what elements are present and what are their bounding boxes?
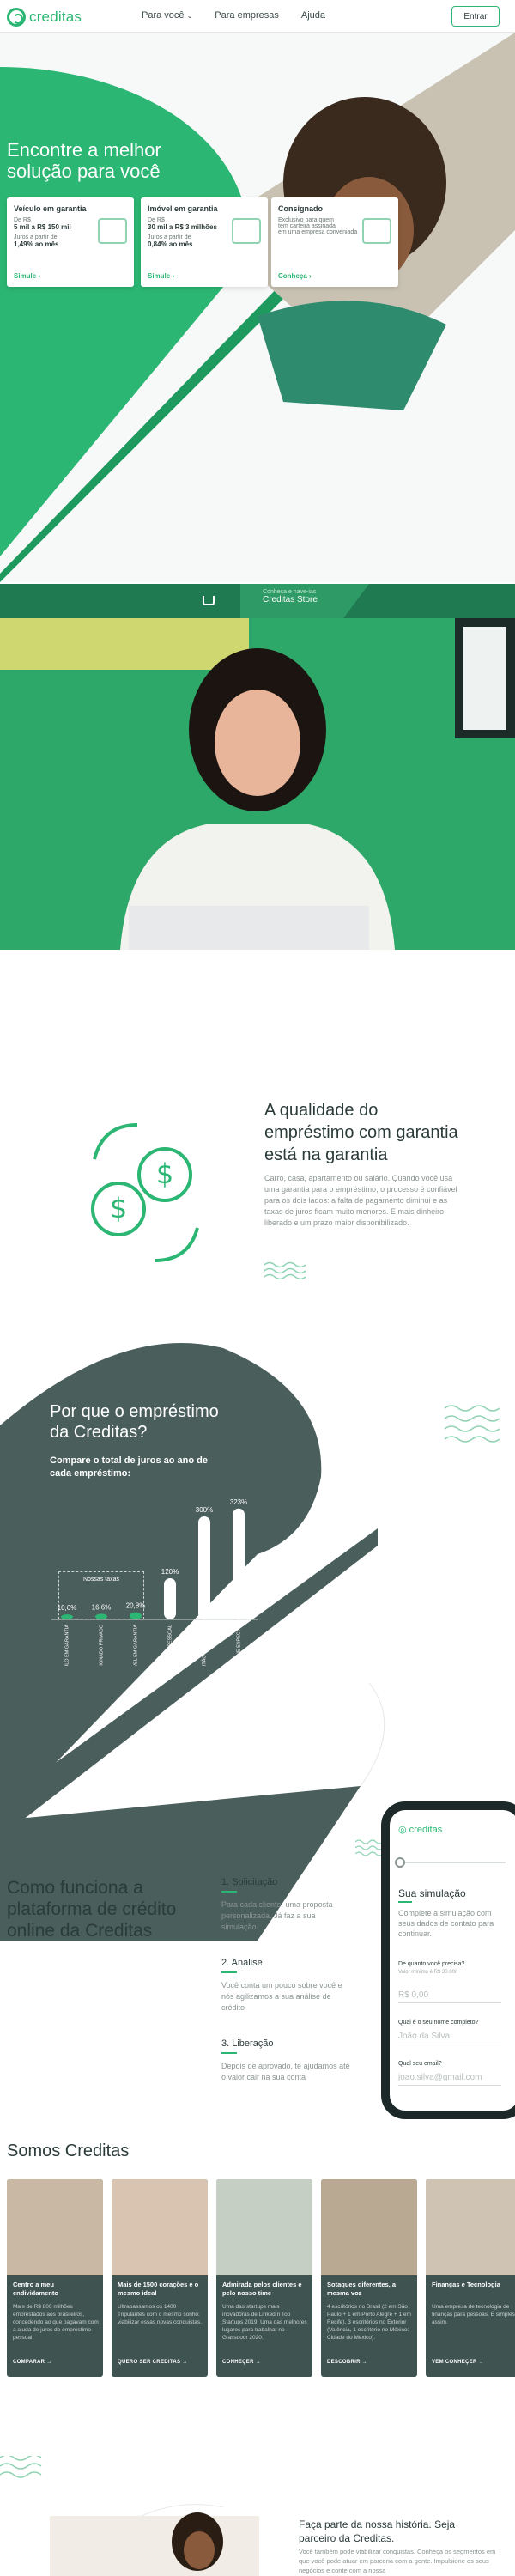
creditas-logo[interactable]: creditas	[7, 8, 82, 27]
store-link[interactable]: Conheça e nave-ias Creditas Store	[263, 589, 318, 605]
simule-link[interactable]: Simule ›	[148, 272, 174, 280]
card-imovel[interactable]: Imóvel em garantia De R$ 30 mil a R$ 3 m…	[141, 197, 268, 287]
arrow-right-icon: →	[478, 2360, 484, 2365]
bar	[61, 1614, 73, 1619]
team-photo	[112, 2179, 208, 2275]
step-liberacao: 3. Liberação Depois de aprovado, te ajud…	[221, 2038, 350, 2081]
bar-value-label: 20,8%	[126, 1602, 146, 1610]
card-veiculo[interactable]: Veículo em garantia De R$ 5 mil a R$ 150…	[7, 197, 134, 287]
partner-title: Faça parte da nossa história. Seja parce…	[299, 2518, 456, 2544]
card-link[interactable]: COMPARAR →	[13, 2360, 52, 2365]
card-link[interactable]: DESCOBRIR →	[327, 2360, 367, 2365]
step-analise: 2. Análise Você conta um pouco sobre voc…	[221, 1958, 342, 2012]
bar-chart-svg: 10,6% VEÍCULO EM GARANTIA 16,6% CONSIGNADO …	[52, 1498, 258, 1680]
entrar-button[interactable]: Entrar	[451, 6, 500, 27]
hero-title: Encontre a melhor solução para você	[7, 139, 161, 182]
bar	[198, 1516, 210, 1619]
wave-icon	[264, 1261, 306, 1279]
bar	[164, 1578, 176, 1619]
bar	[95, 1613, 107, 1619]
team-photo	[7, 2179, 103, 2275]
somos-card[interactable]: Admirada pelos clientes e pelo nosso tim…	[216, 2179, 312, 2377]
logo-icon: ◎	[398, 1825, 407, 1835]
bar	[233, 1508, 245, 1619]
main-nav: Para você ⌄ Para empresas Ajuda	[142, 10, 325, 21]
cart-icon	[203, 596, 215, 605]
hero-section: Encontre a melhor solução para você Veíc…	[0, 33, 515, 582]
money-cycle-icon: $ $	[91, 1123, 199, 1262]
arrow-right-icon: →	[255, 2360, 262, 2365]
bar-category-label: CHEQUE ESPECIAL	[236, 1625, 241, 1666]
somos-card[interactable]: Finanças e Tecnologia Uma empresa de tecn…	[426, 2179, 515, 2377]
somos-title: Somos Creditas	[7, 2142, 130, 2160]
chevron-down-icon: ⌄	[186, 12, 193, 20]
somos-card[interactable]: Centro a meu endividamento Mais de R$ 800…	[7, 2179, 103, 2377]
bar-category-label: CONSIGNADO PRIVADO	[99, 1624, 104, 1666]
arrow-right-icon: →	[46, 2360, 52, 2365]
bar-value-label: 300%	[196, 1506, 213, 1514]
nav-para-voce[interactable]: Para você ⌄	[142, 10, 192, 21]
house-icon	[232, 218, 261, 244]
bar-category-label: CARTÃO DE CRÉDITO	[201, 1624, 207, 1666]
card-link[interactable]: QUERO SER CREDITAS →	[118, 2360, 188, 2365]
bar-value-label: 16,6%	[92, 1603, 112, 1611]
conheca-link[interactable]: Conheça ›	[278, 272, 312, 280]
video-photo	[0, 618, 515, 950]
hero-background	[0, 33, 515, 582]
car-icon	[98, 218, 127, 244]
name-input[interactable]: João da Silva	[398, 2032, 501, 2044]
progress-dot	[395, 1857, 405, 1868]
bar	[130, 1612, 142, 1619]
site-header: creditas Para você ⌄ Para empresas Ajuda…	[0, 0, 515, 33]
why-title: Por que o empréstimo da Creditas?	[50, 1402, 219, 1442]
svg-text:$: $	[156, 1157, 173, 1190]
team-photo	[426, 2179, 515, 2275]
arrow-right-icon: →	[361, 2360, 367, 2365]
bar-category-label: IMÓVEL EM GARANTIA	[132, 1625, 138, 1666]
progress-track	[398, 1862, 506, 1863]
email-input[interactable]: joao.silva@gmail.com	[398, 2073, 501, 2086]
quality-text: Carro, casa, apartamento ou salário. Qua…	[264, 1174, 457, 1227]
amount-input[interactable]: R$ 0,00	[398, 1990, 501, 2003]
video-banner[interactable]	[0, 618, 515, 950]
bar-category-label: VEÍCULO EM GARANTIA	[64, 1625, 70, 1666]
partner-text: Você também pode viabilizar conquistas. …	[299, 2548, 496, 2574]
why-subtitle: Compare o total de juros ao ano de cada …	[50, 1455, 208, 1479]
bar-value-label: 323%	[230, 1498, 247, 1506]
wallet-icon	[362, 218, 391, 244]
svg-text:$: $	[110, 1192, 127, 1224]
phone-mockup: ◎ creditas Sua simulação Complete a simu…	[381, 1801, 515, 2119]
interest-bar-chart: 10,6% VEÍCULO EM GARANTIA 16,6% CONSIGNADO …	[52, 1485, 275, 1680]
simule-link[interactable]: Simule ›	[14, 272, 40, 280]
team-photo	[216, 2179, 312, 2275]
bar-category-label: EMPRÉSTIMO PESSOAL	[167, 1625, 173, 1666]
somos-card[interactable]: Mais de 1500 corações e o mesmo ideal Ult…	[112, 2179, 208, 2377]
store-strip-shape	[240, 584, 369, 618]
logo-icon	[7, 8, 26, 27]
team-photo	[321, 2179, 417, 2275]
card-consignado[interactable]: Consignado Exclusivo para quem tem carte…	[271, 197, 398, 287]
nav-para-empresas[interactable]: Para empresas	[215, 10, 279, 21]
card-link[interactable]: CONHEÇER →	[222, 2360, 261, 2365]
quality-title: A qualidade do empréstimo com garantia e…	[264, 1101, 458, 1164]
phone-logo: ◎ creditas	[398, 1825, 443, 1835]
wave-icon	[355, 1839, 383, 1856]
nav-ajuda[interactable]: Ajuda	[301, 10, 325, 21]
how-title: Como funciona a plataforma de crédito on…	[7, 1878, 177, 1941]
bar-value-label: 10,6%	[58, 1604, 77, 1612]
somos-card[interactable]: Sotaques diferentes, a mesma voz 4 escrit…	[321, 2179, 417, 2377]
step-solicitacao: 1. Solicitação Para cada cliente, uma pr…	[221, 1877, 333, 1931]
arrow-right-icon: →	[182, 2360, 188, 2365]
bar-value-label: 120%	[161, 1568, 179, 1576]
card-link[interactable]: VEM CONHEÇER →	[432, 2360, 484, 2365]
